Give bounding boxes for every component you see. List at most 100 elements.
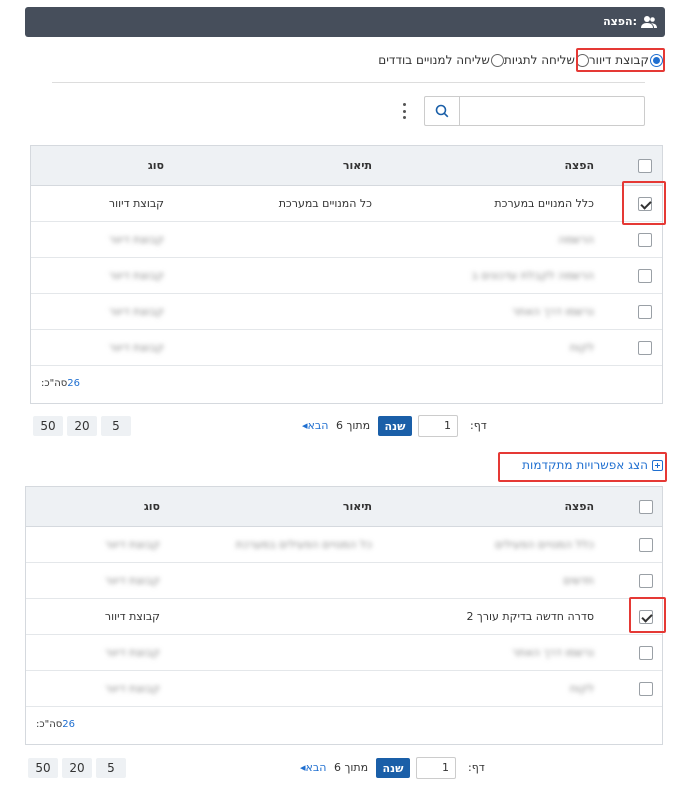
- header-title: הפצה:: [603, 15, 637, 28]
- grid-footer: 26סה"כ:: [26, 707, 662, 743]
- cell-distribution: כלל המנויים הפעילים: [494, 538, 594, 551]
- next-page-label: הבא: [305, 761, 327, 774]
- total-count-value: 26: [67, 378, 81, 389]
- cell-distribution: חדשים: [563, 574, 594, 587]
- cell-type: קבוצת דיוור: [108, 305, 164, 318]
- users-icon: [641, 16, 657, 28]
- cell-type: קבוצת דיוור: [104, 682, 160, 695]
- page-size-20[interactable]: 20: [67, 416, 97, 436]
- column-header-type[interactable]: סוג: [144, 500, 160, 513]
- page-size-5[interactable]: 5: [101, 416, 131, 436]
- page-of-label: מתוך 6: [334, 761, 369, 774]
- total-count-label: סה"כ:: [36, 719, 63, 730]
- search-button[interactable]: [425, 97, 460, 125]
- row-checkbox[interactable]: [639, 646, 653, 660]
- select-all-checkbox[interactable]: [639, 500, 653, 514]
- cell-distribution: הרשמה: [558, 233, 594, 246]
- cell-distribution: הרשמה לקבלת עדכונים ב: [471, 269, 594, 282]
- cell-type: קבוצת דיוור: [104, 538, 160, 551]
- cell-type: קבוצת דיוור: [104, 610, 160, 623]
- radio-button-tags[interactable]: [575, 53, 589, 67]
- cell-type: קבוצת דיוור: [104, 646, 160, 659]
- total-count: 26סה"כ:: [41, 378, 80, 389]
- radio-button-mailing-group[interactable]: [650, 53, 663, 67]
- page-size-50[interactable]: 50: [28, 758, 58, 778]
- next-page-label: הבא: [307, 419, 329, 432]
- radio-button-individuals[interactable]: [490, 53, 504, 67]
- row-checkbox[interactable]: [638, 341, 652, 355]
- row-checkbox[interactable]: [639, 574, 653, 588]
- cell-distribution: כלל המנויים במערכת: [494, 197, 594, 210]
- distribution-type-radio-group: קבוצת דיוור שליחה לתגיות שליחה למנויים ב…: [378, 50, 663, 70]
- more-options-icon[interactable]: [399, 101, 409, 121]
- column-header-description[interactable]: תיאור: [343, 500, 372, 513]
- search-input[interactable]: [461, 97, 644, 125]
- cell-distribution: לקוח: [569, 341, 594, 354]
- distribution-grid-1: הפצה תיאור סוג כלל המנויים במערכת כל המנו…: [30, 145, 663, 404]
- cell-type: קבוצת דיוור: [104, 574, 160, 587]
- row-checkbox[interactable]: [638, 305, 652, 319]
- column-header-type[interactable]: סוג: [148, 159, 164, 172]
- cell-description: כל המנויים הפעילים במערכת: [235, 538, 372, 551]
- cell-distribution: סדרה חדשה בדיקת עורך 2: [466, 610, 594, 623]
- page-number-input[interactable]: 1: [416, 757, 456, 779]
- go-to-page-button[interactable]: שנה: [376, 758, 410, 778]
- total-count: 26סה"כ:: [36, 719, 75, 730]
- page-of-label: מתוך 6: [336, 419, 371, 432]
- grid-header: הפצה תיאור סוג: [26, 487, 662, 527]
- radio-label-mailing-group: קבוצת דיוור: [588, 53, 649, 67]
- grid-footer: 26סה"כ:: [31, 366, 662, 402]
- cell-description: כל המנויים במערכת: [278, 197, 372, 210]
- column-header-distribution[interactable]: הפצה: [564, 500, 594, 513]
- radio-label-tags: שליחה לתגיות: [503, 53, 575, 67]
- row-checkbox[interactable]: [638, 233, 652, 247]
- row-checkbox[interactable]: [639, 610, 653, 624]
- page-size-20[interactable]: 20: [62, 758, 92, 778]
- cell-distribution: לקוח: [569, 682, 594, 695]
- cell-type: קבוצת דיוור: [108, 269, 164, 282]
- table-row[interactable]: נרשמו דרך האתר קבוצת דיוור: [31, 294, 662, 330]
- column-header-description[interactable]: תיאור: [343, 159, 372, 172]
- row-checkbox[interactable]: [638, 269, 652, 283]
- distribution-header: הפצה:: [25, 7, 665, 37]
- table-row[interactable]: לקוח קבוצת דיוור: [26, 671, 662, 707]
- table-row[interactable]: הרשמה לקבלת עדכונים ב קבוצת דיוור: [31, 258, 662, 294]
- page-size-50[interactable]: 50: [33, 416, 63, 436]
- cell-distribution: נרשמו דרך האתר: [512, 646, 594, 659]
- table-row[interactable]: נרשמו דרך האתר קבוצת דיוור: [26, 635, 662, 671]
- table-row[interactable]: סדרה חדשה בדיקת עורך 2 קבוצת דיוור: [26, 599, 662, 635]
- table-row[interactable]: כלל המנויים הפעילים כל המנויים הפעילים במ…: [26, 527, 662, 563]
- table-row[interactable]: לקוח קבוצת דיוור: [31, 330, 662, 366]
- page-number-input[interactable]: 1: [418, 415, 458, 437]
- table-row[interactable]: חדשים קבוצת דיוור: [26, 563, 662, 599]
- page-size-5[interactable]: 5: [96, 758, 126, 778]
- row-checkbox[interactable]: [639, 538, 653, 552]
- next-page-link[interactable]: הבא◂: [300, 761, 326, 774]
- go-to-page-button[interactable]: שנה: [378, 416, 412, 436]
- cell-type: קבוצת דיוור: [108, 197, 164, 210]
- search-icon: [435, 104, 449, 118]
- table-row[interactable]: הרשמה קבוצת דיוור: [31, 222, 662, 258]
- distribution-grid-2: הפצה תיאור סוג כלל המנויים הפעילים כל המנ…: [25, 486, 663, 745]
- page-label: דף:: [470, 419, 487, 432]
- radio-individuals[interactable]: שליחה למנויים בודדים: [378, 53, 504, 67]
- select-all-checkbox[interactable]: [638, 159, 652, 173]
- row-checkbox[interactable]: [638, 197, 652, 211]
- page-label: דף:: [468, 761, 485, 774]
- cell-type: קבוצת דיוור: [108, 233, 164, 246]
- advanced-options-label: הצג אפשרויות מתקדמות: [522, 458, 648, 472]
- radio-label-individuals: שליחה למנויים בודדים: [378, 53, 490, 67]
- cell-distribution: נרשמו דרך האתר: [512, 305, 594, 318]
- column-header-distribution[interactable]: הפצה: [564, 159, 594, 172]
- total-count-value: 26: [62, 719, 76, 730]
- plus-square-icon: [652, 459, 663, 471]
- table-row[interactable]: כלל המנויים במערכת כל המנויים במערכת קבוצת…: [31, 186, 662, 222]
- cell-type: קבוצת דיוור: [108, 341, 164, 354]
- radio-mailing-group[interactable]: קבוצת דיוור: [589, 53, 663, 67]
- radio-tags[interactable]: שליחה לתגיות: [504, 53, 589, 67]
- grid-header: הפצה תיאור סוג: [31, 146, 662, 186]
- show-advanced-options-link[interactable]: הצג אפשרויות מתקדמות: [522, 458, 663, 472]
- next-page-link[interactable]: הבא◂: [302, 419, 328, 432]
- row-checkbox[interactable]: [639, 682, 653, 696]
- pager-2: 50 20 5 הבא◂ מתוך 6 שנה 1 דף:: [0, 757, 697, 782]
